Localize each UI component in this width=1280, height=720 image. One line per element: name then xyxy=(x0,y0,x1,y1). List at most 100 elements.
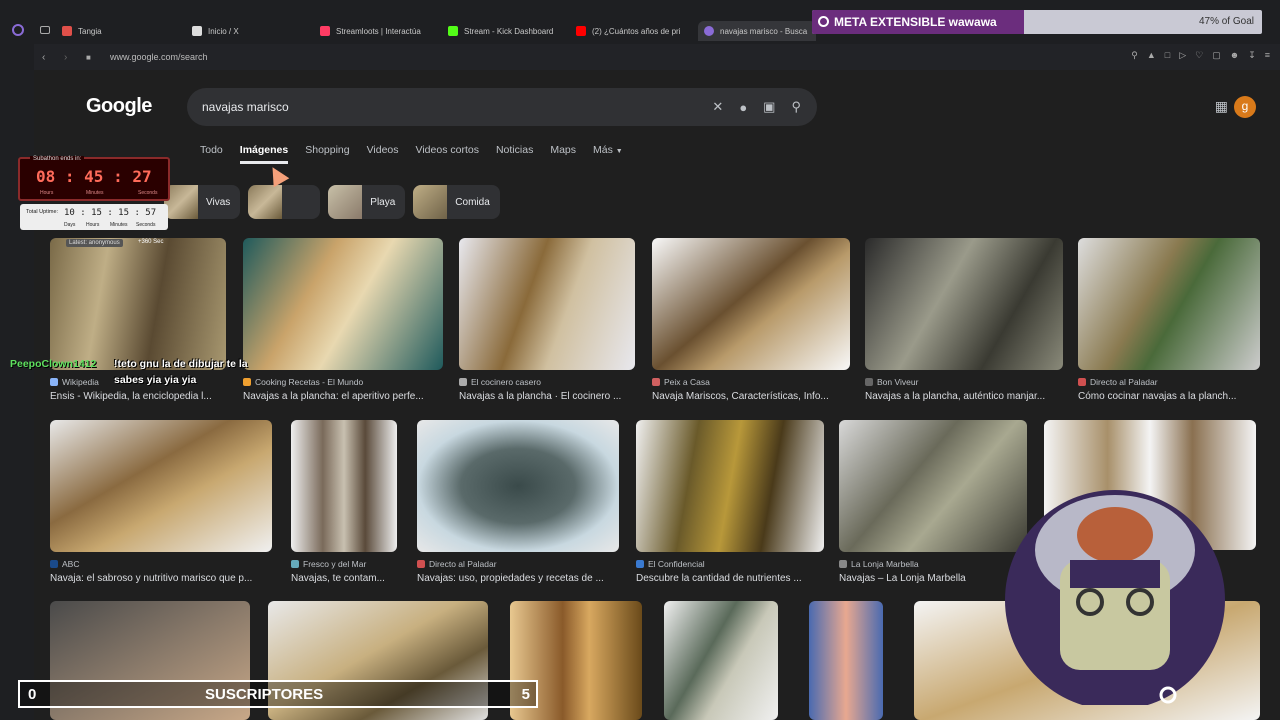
chip-playa[interactable]: Playa xyxy=(328,185,406,219)
image-result[interactable]: Peix a Casa Navaja Mariscos, Característ… xyxy=(652,238,850,402)
timer-hours: 08 xyxy=(36,167,56,186)
tab-label: (2) ¿Cuántos años de pri xyxy=(592,26,681,36)
result-thumbnail[interactable] xyxy=(50,420,272,552)
tab-videos-cortos[interactable]: Videos cortos xyxy=(416,144,479,164)
source-name: Fresco y del Mar xyxy=(303,559,367,569)
chat-message: !teto gnu la de dibujar te la xyxy=(114,358,248,370)
x-icon xyxy=(192,26,202,36)
image-result[interactable]: Cooking Recetas - El Mundo Navajas a la … xyxy=(243,238,443,402)
screenshot-icon[interactable]: □ xyxy=(1165,50,1170,61)
image-result[interactable]: Fresco y del Mar Navajas, te contam... xyxy=(291,420,397,584)
result-caption[interactable]: Navajas: uso, propiedades y recetas de .… xyxy=(417,573,619,584)
tab-maps[interactable]: Maps xyxy=(550,144,576,164)
tab-google-search[interactable]: navajas marisco - Busca xyxy=(698,21,816,41)
play-icon[interactable]: ▷ xyxy=(1179,50,1186,61)
result-thumbnail[interactable] xyxy=(865,238,1063,370)
result-thumbnail[interactable] xyxy=(291,420,397,552)
result-caption[interactable]: Cómo cocinar navajas a la planch... xyxy=(1078,391,1260,402)
camera-search-icon[interactable]: ▣ xyxy=(763,99,775,115)
image-result[interactable]: Directo al Paladar Cómo cocinar navajas … xyxy=(1078,238,1260,402)
image-result[interactable]: El Confidencial Descubre la cantidad de … xyxy=(636,420,824,584)
chip-vivas[interactable]: Vivas xyxy=(164,185,241,219)
uptime-label: Total Uptime: xyxy=(26,209,59,215)
search-icon[interactable]: ⚲ xyxy=(791,99,801,115)
tab-tangia[interactable]: Tangia xyxy=(62,22,172,40)
tab-label: Inicio / X xyxy=(208,26,239,36)
url-field[interactable]: www.google.com/search xyxy=(110,52,208,62)
tab-kick[interactable]: Stream - Kick Dashboard xyxy=(448,22,566,40)
result-caption[interactable]: Navaja: el sabroso y nutritivo marisco q… xyxy=(50,573,272,584)
result-thumbnail[interactable] xyxy=(50,238,226,370)
tab-todo[interactable]: Todo xyxy=(200,144,223,164)
chip-comida[interactable]: Comida xyxy=(413,185,500,219)
image-result[interactable] xyxy=(809,601,883,720)
back-icon[interactable]: ‹ xyxy=(42,52,56,63)
result-caption[interactable]: Navajas a la plancha · El cocinero ... xyxy=(459,391,635,402)
image-result[interactable] xyxy=(664,601,778,720)
menu-icon[interactable]: ≡ xyxy=(1265,50,1270,61)
browser-menu-icon[interactable] xyxy=(12,24,24,36)
result-thumbnail[interactable] xyxy=(459,238,635,370)
result-thumbnail[interactable] xyxy=(417,420,619,552)
pin-icon[interactable]: ▲ xyxy=(1147,50,1156,61)
tab-shopping[interactable]: Shopping xyxy=(305,144,349,164)
extensions-icon[interactable]: ▢ xyxy=(1212,50,1221,61)
result-source: Directo al Paladar xyxy=(417,559,619,569)
result-caption[interactable]: Navajas a la plancha, auténtico manjar..… xyxy=(865,391,1063,402)
image-result[interactable]: ABC Navaja: el sabroso y nutritivo maris… xyxy=(50,420,272,584)
result-caption[interactable]: Ensis - Wikipedia, la enciclopedia l... xyxy=(50,391,226,402)
search-tabs: Todo Imágenes Shopping Videos Videos cor… xyxy=(200,144,623,164)
chip-label: Vivas xyxy=(206,196,231,208)
result-caption[interactable]: Navajas, te contam... xyxy=(291,573,397,584)
apps-grid-icon[interactable]: ▦ xyxy=(1215,98,1228,115)
result-thumbnail[interactable] xyxy=(636,420,824,552)
goal-progress-bar: META EXTENSIBLE wawawa 47% of Goal xyxy=(812,10,1262,34)
source-icon xyxy=(291,560,299,568)
chat-username: PeepoClown1412 xyxy=(10,358,97,370)
latest-bonus: +360 Sec xyxy=(138,239,164,245)
source-icon xyxy=(652,378,660,386)
chat-message-continued: sabes yia yia yia xyxy=(114,374,197,386)
result-caption[interactable]: Navajas a la plancha: el aperitivo perfe… xyxy=(243,391,443,402)
avatar[interactable]: g xyxy=(1234,96,1256,118)
filter-chips: Vivas Playa Comida xyxy=(164,185,500,219)
chip-unlabeled[interactable] xyxy=(248,185,321,219)
tab-label: navajas marisco - Busca xyxy=(720,26,808,36)
chip-thumbnail xyxy=(328,185,363,219)
uptime-unit: Seconds xyxy=(136,222,156,228)
result-thumbnail[interactable] xyxy=(664,601,778,720)
goal-percent: 47% of Goal xyxy=(1198,16,1254,27)
image-result[interactable]: El cocinero casero Navajas a la plancha … xyxy=(459,238,635,402)
search-input[interactable]: navajas marisco xyxy=(202,100,712,114)
result-thumbnail[interactable] xyxy=(809,601,883,720)
tab-streamloots[interactable]: Streamloots | Interactúa xyxy=(320,22,432,40)
search-box[interactable]: navajas marisco ✕ ● ▣ ⚲ xyxy=(187,88,817,126)
toolbar-icons: ⚲ ▲ □ ▷ ♡ ▢ ☻ ↧ ≡ xyxy=(1131,50,1270,61)
image-result[interactable]: Bon Viveur Navajas a la plancha, auténti… xyxy=(865,238,1063,402)
result-caption[interactable]: Navaja Mariscos, Características, Info..… xyxy=(652,391,850,402)
result-source: Peix a Casa xyxy=(652,377,850,387)
uptime-unit: Days xyxy=(64,222,76,228)
profile-icon[interactable]: ☻ xyxy=(1230,50,1239,61)
download-icon[interactable]: ↧ xyxy=(1248,50,1256,61)
image-result[interactable]: Directo al Paladar Navajas: uso, propied… xyxy=(417,420,619,584)
timer-unit: Hours xyxy=(40,190,54,196)
result-caption[interactable]: Descubre la cantidad de nutrientes ... xyxy=(636,573,824,584)
tab-videos[interactable]: Videos xyxy=(367,144,399,164)
tab-mas[interactable]: Más ▼ xyxy=(593,144,623,164)
google-logo[interactable]: Google xyxy=(86,95,152,118)
tab-imagenes[interactable]: Imágenes xyxy=(239,144,289,164)
microphone-icon[interactable]: ● xyxy=(739,100,747,115)
result-thumbnail[interactable] xyxy=(243,238,443,370)
heart-icon[interactable]: ♡ xyxy=(1195,50,1203,61)
tab-youtube[interactable]: (2) ¿Cuántos años de pri xyxy=(576,22,688,40)
tab-noticias[interactable]: Noticias xyxy=(496,144,533,164)
tab-x[interactable]: Inicio / X xyxy=(192,22,302,40)
clear-icon[interactable]: ✕ xyxy=(712,99,723,115)
tab-overview-icon[interactable] xyxy=(40,26,50,34)
zoom-icon[interactable]: ⚲ xyxy=(1131,50,1138,61)
result-thumbnail[interactable] xyxy=(652,238,850,370)
result-thumbnail[interactable] xyxy=(1078,238,1260,370)
forward-icon[interactable]: › xyxy=(64,52,78,63)
tab-label: Tangia xyxy=(78,26,102,36)
